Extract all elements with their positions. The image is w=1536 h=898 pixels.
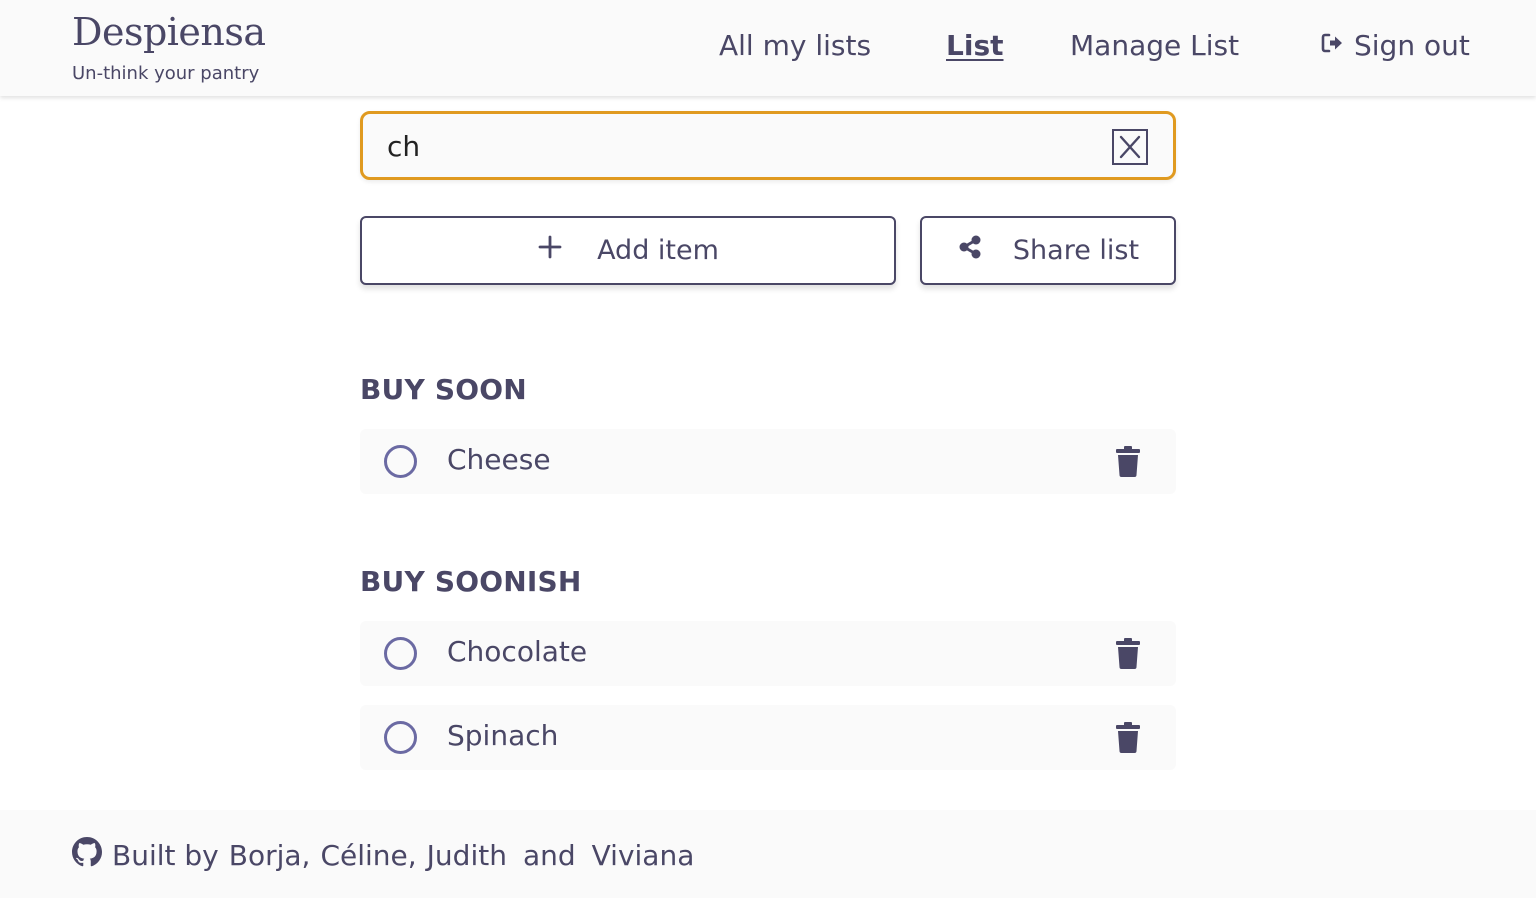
add-item-button[interactable]: Add item — [360, 216, 896, 285]
author-link-viviana[interactable]: Viviana — [592, 839, 695, 872]
close-x-icon — [1114, 131, 1146, 163]
author-link-judith[interactable]: Judith — [427, 839, 507, 872]
brand-name[interactable]: Despiensa — [72, 10, 266, 54]
share-list-label: Share list — [1012, 235, 1140, 266]
search-input[interactable] — [385, 126, 1085, 166]
delete-item-button[interactable] — [1115, 637, 1141, 669]
built-by-label: Built by — [112, 839, 219, 872]
sign-out-label: Sign out — [1354, 29, 1470, 62]
site-footer: Built by Borja, Céline, Judith and Vivia… — [0, 810, 1536, 898]
list-item: Chocolate — [360, 621, 1176, 686]
share-icon — [957, 234, 983, 267]
section-title-buy-soonish: BUY SOONISH — [360, 565, 582, 598]
item-checkbox[interactable] — [384, 445, 417, 478]
site-header: Despiensa Un-think your pantry All my li… — [0, 0, 1536, 96]
item-name: Cheese — [447, 443, 551, 476]
clear-search-button[interactable] — [1112, 129, 1148, 165]
item-checkbox[interactable] — [384, 721, 417, 754]
list-item: Spinach — [360, 705, 1176, 770]
item-name: Spinach — [447, 719, 559, 752]
and-label: and — [522, 839, 576, 872]
sign-out-icon — [1320, 29, 1344, 62]
brand-tagline: Un-think your pantry — [72, 63, 260, 84]
list-item: Cheese — [360, 429, 1176, 494]
item-name: Chocolate — [447, 635, 588, 668]
author-link-celine[interactable]: Céline, — [320, 839, 416, 872]
author-link-borja[interactable]: Borja, — [229, 839, 311, 872]
trash-icon — [1115, 721, 1141, 753]
trash-icon — [1115, 637, 1141, 669]
nav-list[interactable]: List — [946, 29, 1004, 62]
footer-credits: Built by Borja, Céline, Judith and Vivia… — [72, 837, 694, 874]
share-list-button[interactable]: Share list — [920, 216, 1176, 285]
search-box — [360, 111, 1176, 180]
section-title-buy-soon: BUY SOON — [360, 373, 527, 406]
nav-sign-out[interactable]: Sign out — [1320, 29, 1470, 62]
add-item-label: Add item — [597, 235, 719, 266]
nav-all-my-lists[interactable]: All my lists — [719, 29, 871, 62]
plus-icon — [537, 234, 563, 267]
trash-icon — [1115, 445, 1141, 477]
nav-manage-list[interactable]: Manage List — [1070, 29, 1239, 62]
item-checkbox[interactable] — [384, 637, 417, 670]
delete-item-button[interactable] — [1115, 445, 1141, 477]
github-icon — [72, 837, 102, 874]
delete-item-button[interactable] — [1115, 721, 1141, 753]
